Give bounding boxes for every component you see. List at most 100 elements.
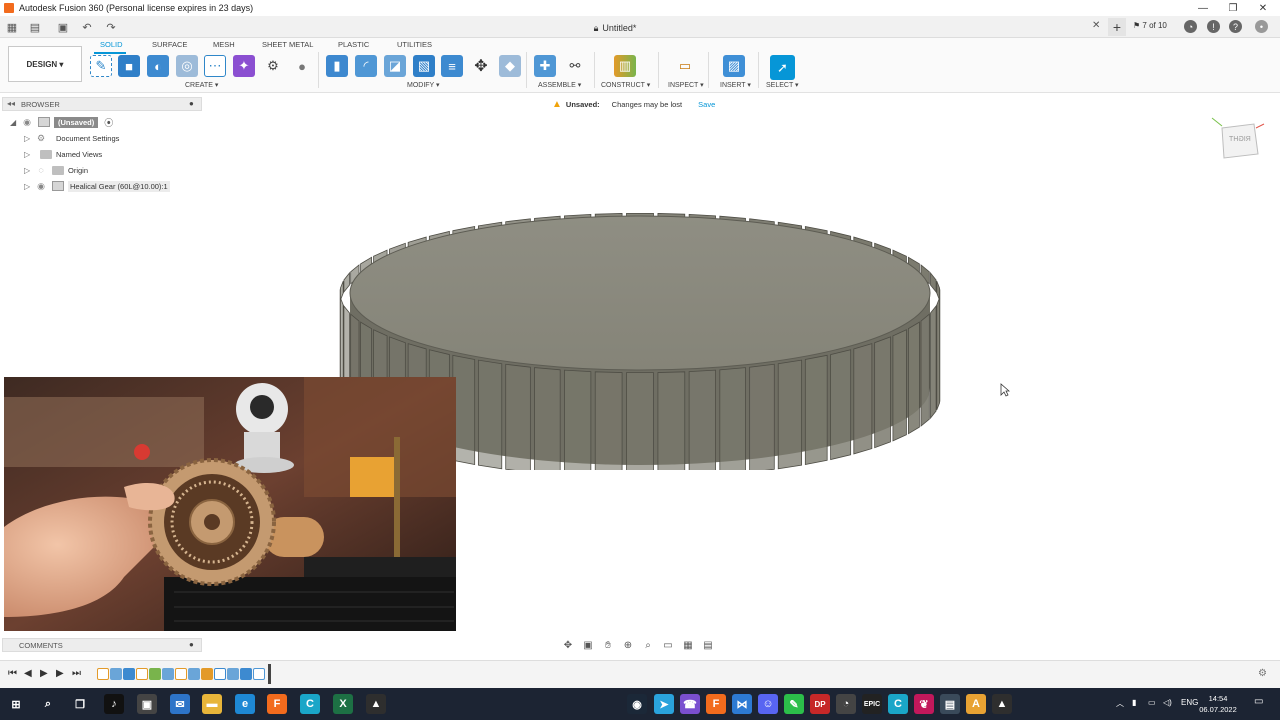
new-tab-button[interactable]: + — [1108, 18, 1126, 36]
inkscape-tray-icon[interactable]: ▲ — [992, 694, 1012, 714]
tab-solid[interactable]: SOLID — [100, 40, 123, 49]
browser-item-origin[interactable]: ▷ ◌ Origin — [24, 163, 88, 177]
go-to-end-icon[interactable]: ⏭ — [72, 668, 81, 679]
insert-group-label[interactable]: INSERT ▾ — [720, 81, 751, 89]
modify-group-label[interactable]: MODIFY ▾ — [407, 81, 440, 89]
undo-icon[interactable]: ↶ — [80, 20, 94, 34]
network-icon[interactable]: ▭ — [1148, 698, 1156, 707]
timeline-feature-icon[interactable] — [227, 668, 239, 680]
look-at-icon[interactable]: ▣ — [580, 638, 596, 652]
timeline-feature-icon[interactable] — [149, 668, 161, 680]
shell-icon[interactable]: ▧ — [413, 55, 435, 77]
panel-pin-icon[interactable]: ● — [189, 99, 194, 108]
slicer-icon[interactable]: ▤ — [940, 694, 960, 714]
tab-mesh[interactable]: MESH — [213, 40, 235, 49]
step-back-icon[interactable]: ◀ — [24, 668, 32, 679]
collapse-panel-icon[interactable]: ◂◂ — [7, 99, 15, 108]
panel-pin-icon[interactable]: ● — [189, 640, 194, 649]
coil-icon[interactable]: ● — [291, 55, 313, 77]
inspect-group-label[interactable]: INSPECT ▾ — [668, 81, 704, 89]
timeline-feature-icon[interactable] — [188, 668, 200, 680]
expand-triangle-icon[interactable]: ▷ — [24, 150, 34, 159]
tab-surface[interactable]: SURFACE — [152, 40, 187, 49]
comments-panel-header[interactable]: COMMENTS ● — [2, 638, 202, 652]
assemble-group-label[interactable]: ASSEMBLE ▾ — [538, 81, 581, 89]
file-menu-icon[interactable]: ▤ — [28, 20, 42, 34]
measure-icon[interactable]: ▭ — [674, 55, 696, 77]
timeline-feature-icon[interactable] — [253, 668, 265, 680]
offset-face-icon[interactable]: ◆ — [499, 55, 521, 77]
timeline-feature-icon[interactable] — [201, 668, 213, 680]
combine-icon[interactable]: ≡ — [441, 55, 463, 77]
extrude-icon[interactable]: ■ — [118, 55, 140, 77]
save-link[interactable]: Save — [698, 100, 715, 109]
tab-close-icon[interactable]: ✕ — [1092, 20, 1100, 31]
timeline-feature-icon[interactable] — [97, 668, 109, 680]
step-forward-icon[interactable]: ▶ — [56, 668, 64, 679]
timeline-feature-icon[interactable] — [214, 668, 226, 680]
profile-icon[interactable]: • — [1255, 20, 1268, 33]
tab-utilities[interactable]: UTILITIES — [397, 40, 432, 49]
timeline-marker[interactable] — [268, 664, 271, 684]
browser-item-named-views[interactable]: ▷ Named Views — [24, 147, 102, 161]
close-window-button[interactable]: ✕ — [1248, 0, 1278, 16]
construct-group-label[interactable]: CONSTRUCT ▾ — [601, 81, 650, 89]
fusion-360-icon[interactable]: F — [267, 694, 287, 714]
steam-icon[interactable]: ◉ — [627, 694, 647, 714]
visibility-eye-icon[interactable]: ◉ — [34, 181, 48, 192]
green-app-icon[interactable]: ✎ — [784, 694, 804, 714]
fillet-icon[interactable]: ◜ — [355, 55, 377, 77]
tab-plastic[interactable]: PLASTIC — [338, 40, 369, 49]
tab-sheet-metal[interactable]: SHEET METAL — [262, 40, 313, 49]
expand-triangle-icon[interactable]: ▷ — [24, 134, 34, 143]
browser-root-row[interactable]: ◢ ◉ (Unsaved) ⦿ — [10, 115, 113, 129]
inkscape-icon[interactable]: ▲ — [366, 694, 386, 714]
notification-center-icon[interactable]: ▭ — [1254, 696, 1263, 707]
a-app-icon[interactable]: A — [966, 694, 986, 714]
browser-panel-header[interactable]: ◂◂ BROWSER ● — [2, 97, 202, 111]
system-clock[interactable]: 14:54 06.07.2022 — [1198, 693, 1238, 715]
timeline-feature-icon[interactable] — [175, 668, 187, 680]
cura-tray-icon[interactable]: C — [888, 694, 908, 714]
display-settings-icon[interactable]: ▭ — [660, 638, 676, 652]
rectangular-pattern-icon[interactable]: ⋯ — [204, 55, 226, 77]
input-language[interactable]: ENG — [1181, 698, 1198, 707]
file-explorer-icon[interactable]: ▬ — [202, 694, 222, 714]
visibility-eye-icon[interactable]: ◌ — [34, 165, 48, 175]
chamfer-icon[interactable]: ◪ — [384, 55, 406, 77]
restore-button[interactable]: ❐ — [1218, 0, 1248, 16]
microphone-icon[interactable]: ▮ — [1132, 698, 1136, 707]
vscode-icon[interactable]: ⋈ — [732, 694, 752, 714]
task-view-icon[interactable]: ❐ — [70, 694, 90, 714]
epic-games-icon[interactable]: EPIC — [862, 694, 882, 714]
expand-triangle-icon[interactable]: ◢ — [10, 118, 20, 127]
data-panel-grid-icon[interactable]: ▦ — [5, 20, 19, 34]
tiktok-icon[interactable]: ♪ — [104, 694, 124, 714]
orbit-icon[interactable]: ✥ — [560, 638, 576, 652]
create-form-icon[interactable]: ✦ — [233, 55, 255, 77]
timeline-feature-icon[interactable] — [162, 668, 174, 680]
raspberry-icon[interactable]: ❦ — [914, 694, 934, 714]
help-icon[interactable]: ? — [1229, 20, 1242, 33]
dp-app-icon[interactable]: DP — [810, 694, 830, 714]
joint-icon[interactable]: ⚯ — [564, 55, 586, 77]
select-cursor-icon[interactable]: ➚ — [770, 55, 795, 80]
viber-icon[interactable]: ☎ — [680, 694, 700, 714]
telegram-icon[interactable]: ➤ — [654, 694, 674, 714]
minimize-button[interactable]: — — [1188, 0, 1218, 16]
insert-image-icon[interactable]: ▨ — [723, 55, 745, 77]
mail-icon[interactable]: ✉ — [170, 694, 190, 714]
search-icon[interactable]: ⌕ — [38, 694, 58, 714]
gear-icon[interactable]: ⚙ — [262, 55, 284, 77]
new-component-icon[interactable]: ✚ — [534, 55, 556, 77]
press-pull-icon[interactable]: ▮ — [326, 55, 348, 77]
create-sketch-icon[interactable]: ✎ — [90, 55, 112, 77]
browser-item-gear[interactable]: ▷ ◉ Healical Gear (60L@10.00):1 — [24, 179, 170, 193]
timeline-feature-icon[interactable] — [136, 668, 148, 680]
edge-browser-icon[interactable]: e — [235, 694, 255, 714]
revolve-icon[interactable]: ◐ — [147, 55, 169, 77]
timeline-feature-icon[interactable] — [123, 668, 135, 680]
timeline-feature-icon[interactable] — [110, 668, 122, 680]
fusion-tray-icon[interactable]: F — [706, 694, 726, 714]
pan-hand-icon[interactable]: ✋︎ — [600, 638, 616, 652]
